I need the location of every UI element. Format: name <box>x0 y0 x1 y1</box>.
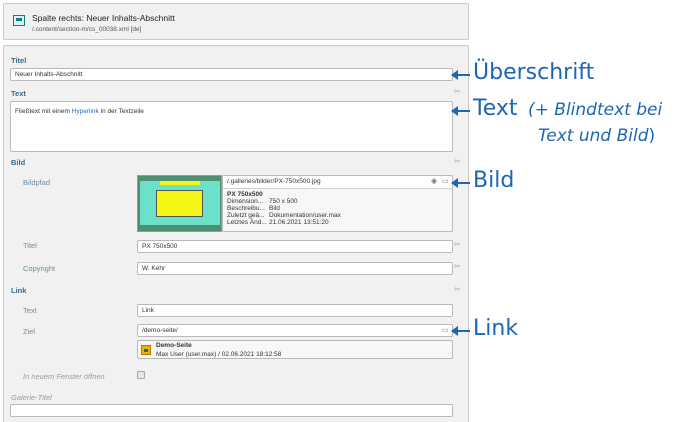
page-icon <box>141 345 151 355</box>
bild-titel-label: Titel <box>23 241 37 250</box>
copyright-label: Copyright <box>23 264 56 273</box>
bildpfad-input[interactable]: /.galleries/bilder/PX-750x500.jpg <box>223 176 452 189</box>
annotation-ueberschrift: Überschrift <box>473 60 595 85</box>
annotation-arrow <box>451 70 470 80</box>
header-path: /.content/section-m/cs_00038.xml [de] <box>32 26 142 33</box>
scissors-icon[interactable]: ✂ <box>454 262 461 271</box>
scissors-icon[interactable]: ✂ <box>454 240 461 249</box>
scissors-icon[interactable]: ✂ <box>454 157 461 166</box>
image-preview-inner <box>140 181 220 225</box>
bildpfad-label: Bildpfad <box>23 178 51 187</box>
text-hyperlink[interactable]: Hyperlink <box>72 108 99 115</box>
image-name: PX 750x500 <box>227 191 263 198</box>
image-preview[interactable] <box>137 175 222 232</box>
folder-icon[interactable]: ▭ <box>442 326 449 334</box>
annotation-arrow <box>451 326 470 336</box>
scissors-icon[interactable]: ✂ <box>454 285 461 294</box>
galerie-titel-label: Galerie-Titel <box>11 393 52 402</box>
header-title: Spalte rechts: Neuer Inhalts-Abschnitt <box>32 13 175 23</box>
image-meta-row: Letztes Änd... 21.06.2021 13:51:20 <box>227 219 329 226</box>
content-section-icon <box>13 15 25 26</box>
annotation-arrow <box>451 106 470 116</box>
new-window-label: In neuem Fenster öffnen <box>23 372 105 381</box>
link-target-meta: Max User (user.max) / 02.06.2021 18:12:5… <box>156 351 282 358</box>
copyright-input[interactable]: W. Kehr <box>137 262 453 275</box>
link-label: Link <box>11 286 27 295</box>
annotation-bild: Bild <box>473 168 515 193</box>
bild-titel-input[interactable]: PX 750x500 <box>137 240 453 253</box>
annotation-text-note: Text und Bild) <box>538 126 656 146</box>
galerie-titel-input[interactable] <box>10 404 453 417</box>
image-meta-row: Beschreibu... Bild <box>227 205 280 212</box>
text-content-start: Fließtext mit einem <box>15 108 72 115</box>
image-preview-focus <box>156 190 203 217</box>
image-meta-row: Zuletzt geä... Dokumentation/user.max <box>227 212 341 219</box>
text-editor[interactable]: Fließtext mit einem Hyperlink in der Tex… <box>10 101 453 152</box>
text-content-end: in der Textzeile <box>98 108 144 115</box>
content-header: Spalte rechts: Neuer Inhalts-Abschnitt /… <box>3 3 469 40</box>
titel-label: Titel <box>11 56 27 65</box>
link-target-card: Demo-Seite Max User (user.max) / 02.06.2… <box>137 340 453 359</box>
annotation-text-note: (+ Blindtext bei <box>528 100 663 120</box>
annotation-text: Text <box>473 96 518 121</box>
image-preview-bar <box>160 181 200 185</box>
eye-icon[interactable]: ◉ <box>431 177 437 185</box>
titel-input[interactable]: Neuer Inhalts-Abschnitt <box>10 68 453 81</box>
ziel-input[interactable]: /demo-seite/ <box>137 324 453 337</box>
text-label: Text <box>11 89 26 98</box>
bild-label: Bild <box>11 158 26 167</box>
annotation-arrow <box>451 178 470 188</box>
new-window-checkbox[interactable] <box>137 371 145 379</box>
ziel-label: Ziel <box>23 327 36 336</box>
scissors-icon[interactable]: ✂ <box>454 87 461 96</box>
link-text-input[interactable]: Link <box>137 304 453 317</box>
image-info-box: /.galleries/bilder/PX-750x500.jpg PX 750… <box>222 175 453 232</box>
annotation-link: Link <box>473 316 519 341</box>
link-target-title: Demo-Seite <box>156 342 192 349</box>
folder-icon[interactable]: ▭ <box>442 177 449 185</box>
image-meta-row: Dimension... 750 x 500 <box>227 198 298 205</box>
link-text-label: Text <box>23 306 37 315</box>
